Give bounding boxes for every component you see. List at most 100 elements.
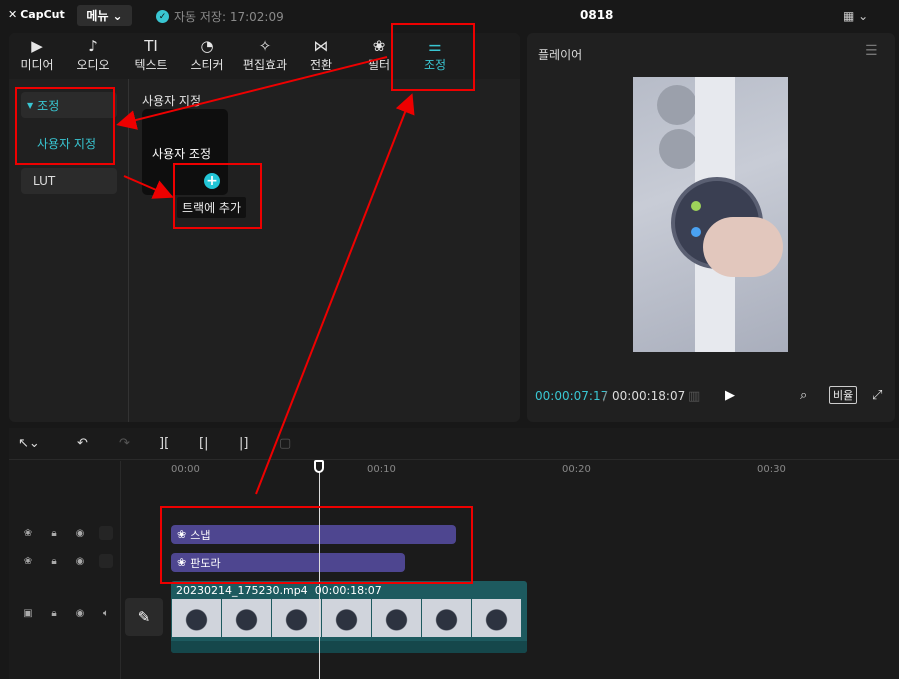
track-headers: ❀ 🔒︎ ◉ ❀ 🔒︎ ◉ ▣ 🔒︎ ◉ 🔈︎	[9, 461, 121, 679]
tick-label: 00:20	[562, 464, 591, 475]
tab-label: 편집효과	[242, 58, 288, 72]
transition-icon: ⋈	[313, 37, 329, 55]
lock-icon[interactable]: 🔒︎	[47, 556, 61, 567]
text-icon: TI	[144, 37, 158, 55]
video-track-icon: ▣	[23, 608, 33, 619]
annotation-box-effect-clips	[160, 506, 473, 584]
timeline-toolbar: ↖⌄ ↶ ↷ ][ [| |] ▢	[9, 428, 899, 460]
annotation-box-adjust-tab	[391, 23, 475, 91]
menu-button-label: 메뉴	[86, 9, 109, 23]
media-icon: ▶	[31, 37, 43, 55]
eye-icon[interactable]: ◉	[73, 556, 87, 567]
playhead-handle[interactable]	[314, 460, 324, 473]
video-clip-label: 20230214_175230.mp4 00:00:18:07	[176, 584, 382, 597]
speaker-icon[interactable]: 🔈︎	[99, 608, 113, 619]
track-header-effect-1: ❀ 🔒︎ ◉	[21, 526, 113, 540]
app-logo-text: CapCut	[20, 8, 65, 21]
menu-icon[interactable]: ☰	[865, 43, 878, 59]
audio-waveform	[171, 641, 527, 653]
autosave-text: 자동 저장: 17:02:09	[174, 10, 284, 24]
menu-button[interactable]: 메뉴 ⌄	[77, 5, 132, 26]
finger	[703, 217, 783, 277]
video-thumbnail	[272, 599, 321, 637]
project-name[interactable]: 0818	[580, 8, 613, 22]
track-header-video: ▣ 🔒︎ ◉ 🔈︎	[21, 608, 113, 619]
tick-label: 00:00	[171, 464, 200, 475]
timeline-ruler[interactable]: 00:00 00:10 00:20 00:30	[121, 461, 899, 477]
preview-shape	[659, 129, 699, 169]
tab-label: 전환	[309, 58, 333, 72]
redo-icon[interactable]: ↷	[119, 436, 130, 451]
tab-audio[interactable]: ♪ 오디오	[65, 36, 121, 73]
annotation-box-subnav	[15, 87, 115, 165]
total-time: 00:00:18:07	[612, 389, 686, 403]
section-title: 사용자 지정	[142, 94, 202, 108]
tab-label: 필터	[367, 58, 391, 72]
tab-effects[interactable]: ✧ 편집효과	[237, 36, 293, 73]
video-thumbnail	[172, 599, 221, 637]
tick-label: 00:10	[367, 464, 396, 475]
tab-label: 스티커	[190, 58, 224, 72]
tab-label: 텍스트	[134, 58, 168, 72]
edit-cover-button[interactable]: ✎	[125, 598, 163, 636]
preview-shape	[691, 201, 701, 211]
layout-icon[interactable]: ▦ ⌄	[843, 9, 868, 23]
tab-text[interactable]: TI 텍스트	[123, 36, 179, 73]
video-clip[interactable]: 20230214_175230.mp4 00:00:18:07	[171, 581, 527, 653]
tab-transition[interactable]: ⋈ 전환	[293, 36, 349, 73]
time-separator: /	[603, 389, 608, 403]
video-thumbnail	[372, 599, 421, 637]
pencil-icon: ✎	[137, 608, 151, 626]
autosave-status: ✓ 자동 저장: 17:02:09	[156, 8, 284, 25]
effect-icon: ❀	[23, 527, 33, 539]
preview-shape	[691, 227, 701, 237]
clip-duration: 00:00:18:07	[314, 584, 382, 597]
track-slot	[99, 554, 113, 568]
capcut-logo-icon: ✕	[8, 8, 18, 21]
clip-filename: 20230214_175230.mp4	[176, 584, 308, 597]
effects-icon: ✧	[258, 37, 272, 55]
waveform-icon[interactable]: ▥	[688, 389, 700, 404]
tab-label: 미디어	[20, 58, 54, 72]
fullscreen-icon[interactable]: ⤢	[872, 388, 882, 403]
track-slot	[99, 526, 113, 540]
trim-right-icon[interactable]: |]	[239, 436, 248, 451]
zoom-fit-icon[interactable]: ⌕	[800, 388, 807, 403]
sticker-icon: ◔	[200, 37, 214, 55]
player-panel: 플레이어 ☰ 00:00:07:17 / 00:00:18:07 ▥ ▶ ⌕ 비…	[527, 33, 895, 422]
current-time: 00:00:07:17	[535, 389, 609, 403]
chevron-down-icon: ⌄	[112, 8, 123, 23]
tab-media[interactable]: ▶ 미디어	[9, 36, 65, 73]
effect-icon: ❀	[23, 555, 33, 567]
play-icon[interactable]: ▶	[725, 388, 735, 403]
lock-icon[interactable]: 🔒︎	[47, 608, 61, 619]
annotation-box-add-to-track	[173, 163, 262, 229]
tick-label: 00:30	[757, 464, 786, 475]
subnav-lut-label: LUT	[33, 174, 56, 188]
video-thumbnail	[222, 599, 271, 637]
delete-icon[interactable]: ▢	[279, 436, 291, 451]
card-title: 사용자 조정	[152, 147, 212, 161]
check-icon: ✓	[156, 10, 169, 23]
audio-icon: ♪	[88, 37, 98, 55]
lock-icon[interactable]: 🔒︎	[47, 528, 61, 539]
preview-shape	[657, 85, 697, 125]
app-logo: ✕ CapCut	[8, 8, 65, 21]
split-icon[interactable]: ][	[159, 436, 169, 451]
video-thumbnail	[422, 599, 471, 637]
adjust-content: 사용자 지정 사용자 조정 + 트랙에 추가	[130, 79, 520, 422]
video-preview	[633, 77, 788, 352]
video-thumbnail	[472, 599, 521, 637]
ratio-button[interactable]: 비율	[829, 386, 858, 404]
undo-icon[interactable]: ↶	[77, 436, 88, 451]
video-thumbnail	[322, 599, 371, 637]
eye-icon[interactable]: ◉	[73, 608, 87, 619]
tab-sticker[interactable]: ◔ 스티커	[179, 36, 235, 73]
tab-label: 오디오	[76, 58, 110, 72]
select-cursor-icon[interactable]: ↖⌄	[18, 436, 40, 451]
subnav-item-lut[interactable]: LUT	[21, 168, 117, 194]
eye-icon[interactable]: ◉	[73, 528, 87, 539]
track-header-effect-2: ❀ 🔒︎ ◉	[21, 554, 113, 568]
player-title: 플레이어	[538, 48, 583, 62]
trim-left-icon[interactable]: [|	[199, 436, 208, 451]
